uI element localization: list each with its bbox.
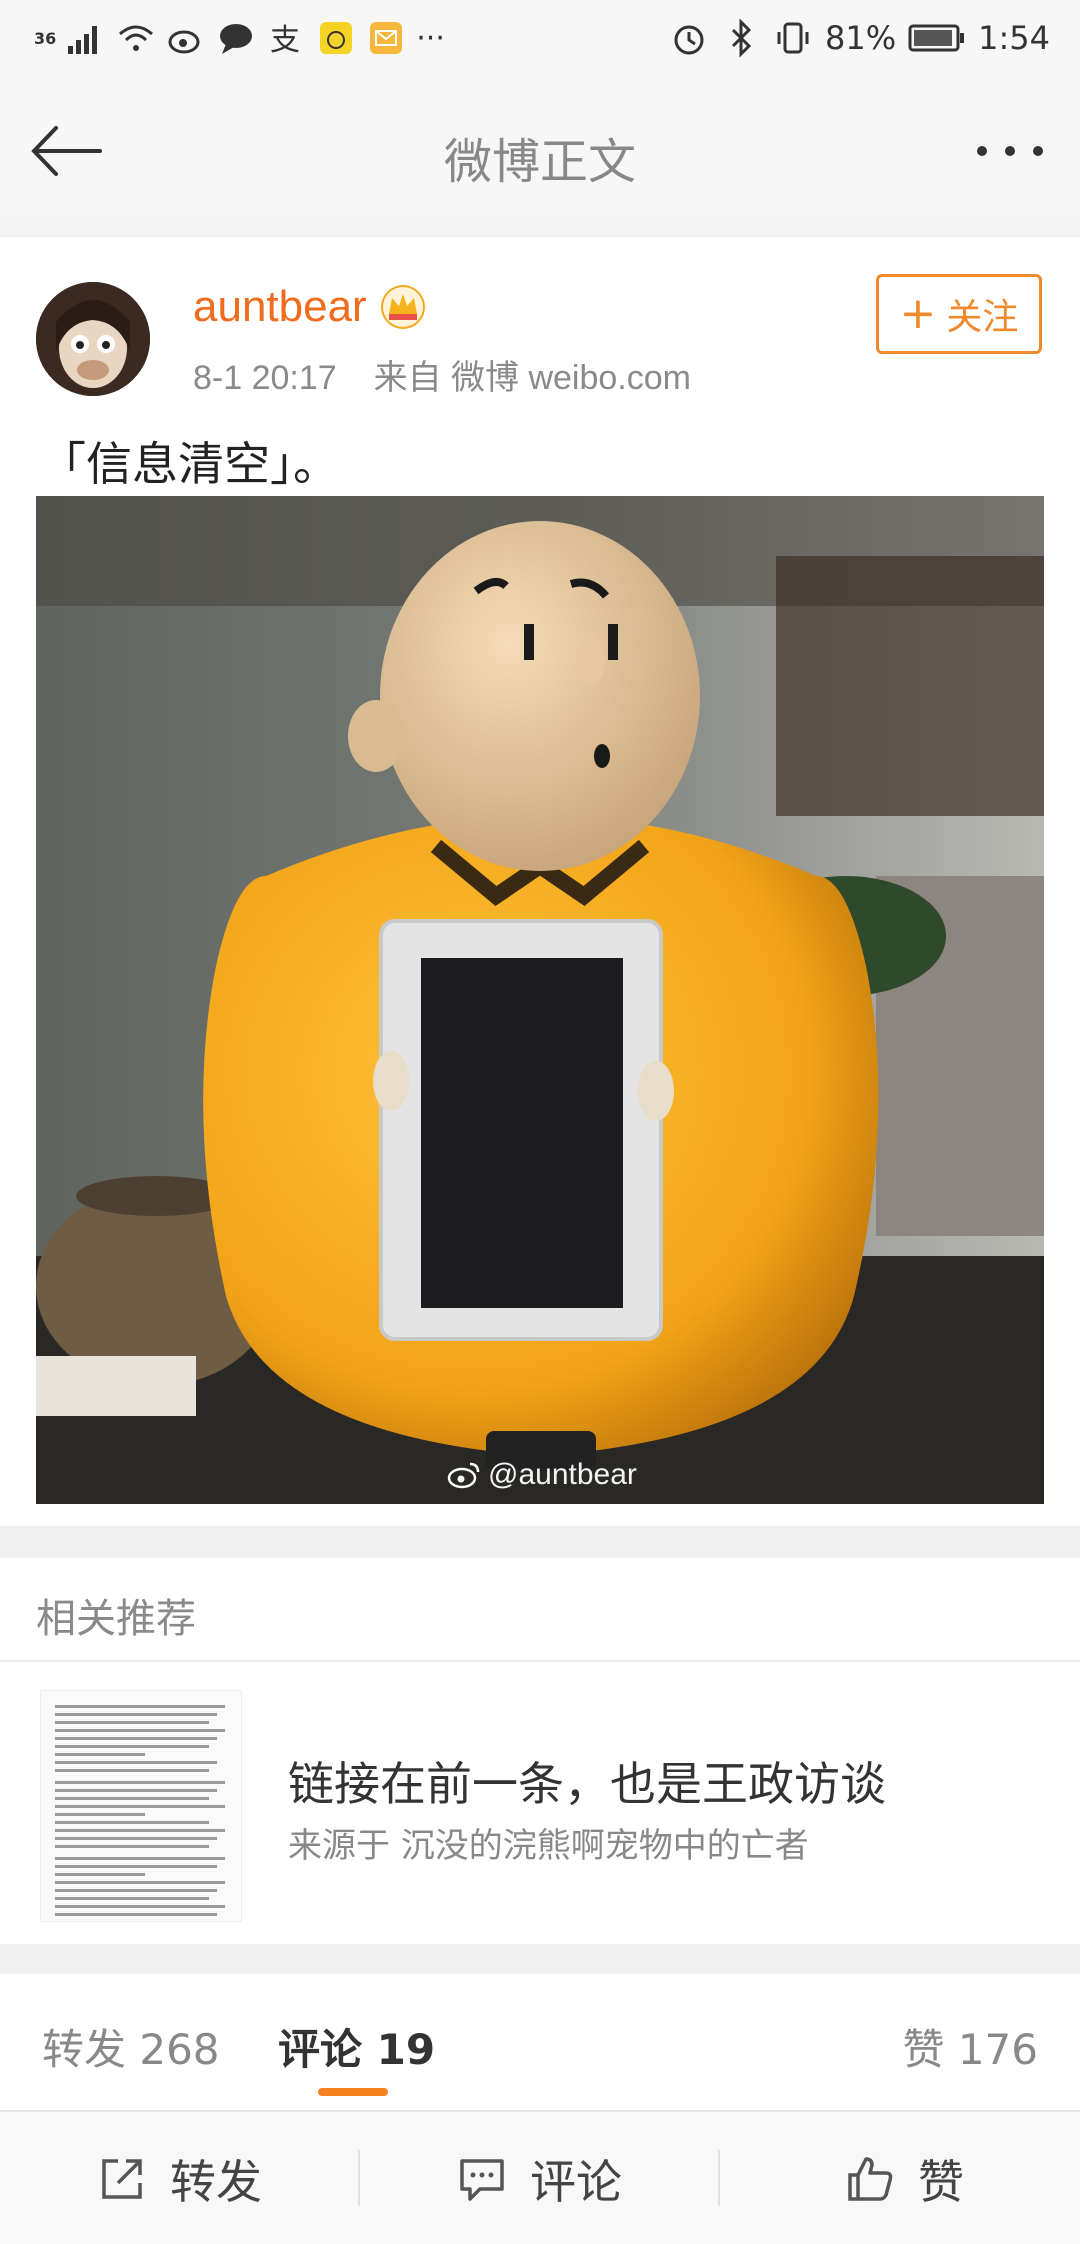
signal-icon — [68, 26, 98, 54]
document-text-line — [55, 1873, 145, 1876]
bottom-divider-2 — [718, 2150, 720, 2206]
document-text-line — [55, 1857, 225, 1860]
watermark-text: @auntbear — [488, 1458, 637, 1491]
document-text-line — [55, 1905, 225, 1908]
weibo-app-icon — [168, 30, 200, 54]
weibo-post-page: 36 支 ··· 81% 1:54 微博正文 auntbear 8-1 20:1… — [0, 0, 1080, 2244]
bluetooth-icon — [731, 18, 752, 58]
mail-icon — [370, 22, 403, 54]
bottom-action-bar: 转发 评论 赞 — [0, 2110, 1080, 2244]
avatar[interactable] — [36, 282, 150, 396]
page-title: 微博正文 — [443, 134, 636, 190]
alipay-icon: 支 — [270, 23, 300, 58]
post-image[interactable] — [36, 496, 1044, 1504]
engagement-tabs: 转发 268 评论 19 赞 176 — [0, 1974, 1080, 2114]
comment-button[interactable]: 评论 — [456, 2112, 622, 2244]
repost-button[interactable]: 转发 — [96, 2112, 262, 2244]
tab-repost[interactable]: 转发 268 — [42, 2016, 220, 2077]
follow-button[interactable]: + 关注 — [876, 274, 1042, 354]
like-label: 赞 — [918, 2155, 964, 2209]
chat-bubble-icon — [220, 24, 253, 54]
section-separator — [0, 1526, 1080, 1558]
document-text-line — [55, 1769, 209, 1772]
related-section-title: 相关推荐 — [36, 1596, 196, 1642]
comment-icon — [460, 2159, 504, 2201]
post-meta: 8-1 20:17 来自 微博 weibo.com — [193, 350, 691, 399]
bottom-divider-1 — [358, 2150, 360, 2206]
document-text-line — [55, 1761, 217, 1764]
document-text-line — [55, 1721, 209, 1724]
wifi-icon — [119, 25, 154, 51]
active-tab-indicator — [318, 2088, 388, 2096]
tab-like[interactable]: 赞 176 — [902, 2016, 1038, 2077]
header-divider — [0, 216, 1080, 237]
battery-percent: 81% — [825, 19, 897, 57]
document-text-line — [55, 1737, 217, 1740]
status-bar: 36 支 ··· 81% 1:54 — [0, 0, 1080, 86]
related-source: 来源于 沉没的浣熊啊宠物中的亡者 — [288, 1826, 809, 1866]
document-text-line — [55, 1729, 225, 1732]
nav-bar: 微博正文 — [0, 86, 1080, 218]
comment-label: 评论 — [530, 2155, 622, 2209]
more-menu-icon[interactable] — [970, 126, 1050, 176]
image-watermark: @auntbear — [446, 1458, 637, 1492]
follow-label: 关注 — [946, 297, 1019, 338]
document-text-line — [55, 1745, 209, 1748]
document-text-line — [55, 1837, 217, 1840]
more-notifications: ··· — [416, 20, 445, 56]
document-text-line — [55, 1897, 209, 1900]
document-text-line — [55, 1805, 225, 1808]
like-button[interactable]: 赞 — [844, 2112, 964, 2244]
weibo-logo-icon — [447, 1462, 480, 1489]
battery-icon — [908, 24, 965, 52]
document-text-line — [55, 1713, 217, 1716]
document-text-line — [55, 1913, 217, 1916]
document-text-line — [55, 1781, 225, 1784]
post-text: 「信息清空」。 — [40, 437, 339, 491]
document-text-line — [55, 1889, 217, 1892]
clock: 1:54 — [978, 19, 1050, 57]
vibrate-icon — [777, 22, 809, 54]
document-text-line — [55, 1829, 225, 1832]
post-source: 来自 微博 weibo.com — [373, 359, 691, 397]
alarm-icon — [674, 25, 704, 55]
status-right-icons: 81% 1:54 — [669, 18, 1050, 58]
document-text-line — [55, 1881, 225, 1884]
post-time: 8-1 20:17 — [193, 359, 337, 397]
vip-crown-icon — [381, 285, 425, 329]
status-left-icons: 36 支 ··· — [34, 18, 445, 59]
document-text-line — [55, 1797, 209, 1800]
network-type: 36 — [34, 28, 57, 48]
yellow-app-icon — [320, 22, 353, 54]
section-separator-2 — [0, 1944, 1080, 1974]
repost-icon — [102, 2159, 142, 2199]
document-text-line — [55, 1821, 209, 1824]
repost-label: 转发 — [170, 2155, 262, 2209]
document-text-line — [55, 1813, 145, 1816]
thumbs-up-icon — [848, 2157, 893, 2201]
document-text-line — [55, 1789, 217, 1792]
document-text-line — [55, 1753, 145, 1756]
svg-text:支: 支 — [270, 23, 300, 58]
related-card[interactable]: 链接在前一条，也是王政访谈 来源于 沉没的浣熊啊宠物中的亡者 — [0, 1662, 1080, 1942]
document-text-line — [55, 1845, 209, 1848]
tab-comment[interactable]: 评论 19 — [278, 2016, 435, 2077]
document-thumbnail — [40, 1690, 242, 1922]
username[interactable]: auntbear — [193, 282, 367, 332]
plus-icon: + — [899, 288, 937, 339]
document-text-line — [55, 1705, 225, 1708]
related-headline: 链接在前一条，也是王政访谈 — [288, 1757, 886, 1811]
document-text-line — [55, 1865, 217, 1868]
